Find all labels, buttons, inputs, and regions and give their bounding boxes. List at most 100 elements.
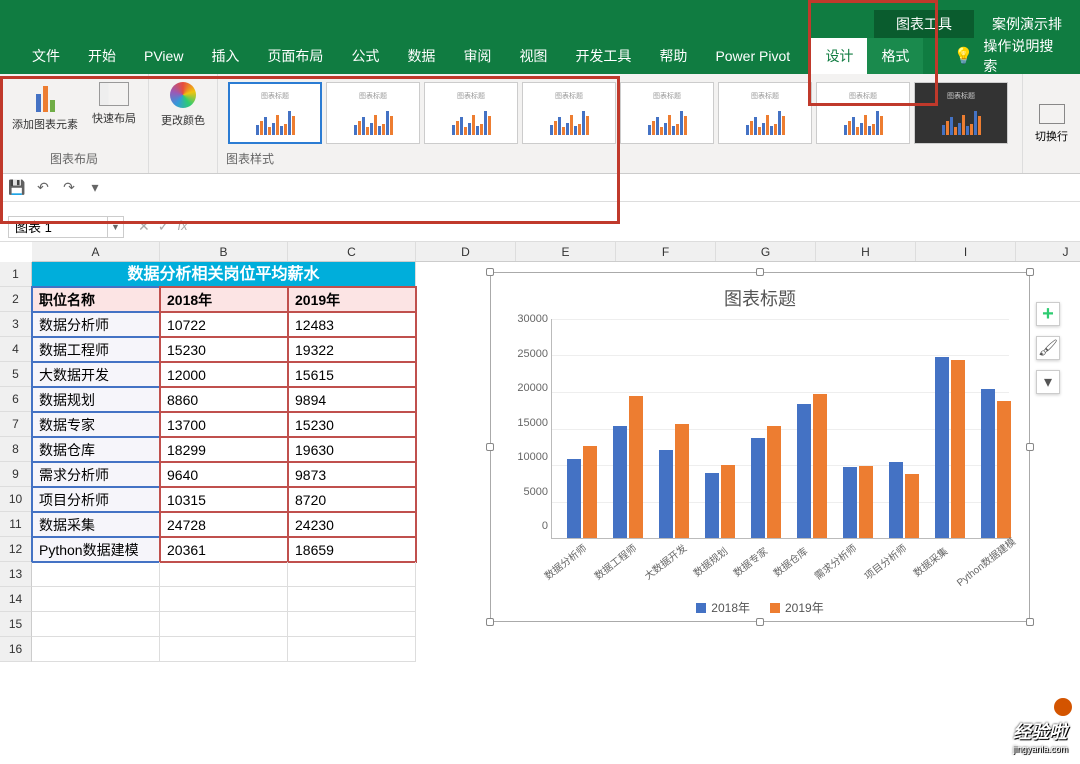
resize-handle[interactable]	[756, 268, 764, 276]
tab-developer[interactable]: 开发工具	[561, 38, 645, 74]
row-header[interactable]: 12	[0, 537, 32, 562]
cell[interactable]	[288, 637, 416, 662]
tab-format[interactable]: 格式	[867, 38, 923, 74]
col-C[interactable]: C	[288, 242, 416, 261]
cell[interactable]	[32, 587, 160, 612]
cell[interactable]: 数据采集	[32, 512, 160, 537]
cell[interactable]: Python数据建模	[32, 537, 160, 562]
cell[interactable]	[32, 637, 160, 662]
col-H[interactable]: H	[816, 242, 916, 261]
row-header[interactable]: 2	[0, 287, 32, 312]
undo-button[interactable]: ↶	[34, 179, 52, 197]
redo-button[interactable]: ↷	[60, 179, 78, 197]
col-A[interactable]: A	[32, 242, 160, 261]
row-header[interactable]: 5	[0, 362, 32, 387]
tell-me-search[interactable]: 操作说明搜索	[983, 38, 1080, 74]
cell[interactable]: 2018年	[160, 287, 288, 312]
qat-more-button[interactable]: ▾	[86, 179, 104, 197]
cell[interactable]: 大数据开发	[32, 362, 160, 387]
row-header[interactable]: 3	[0, 312, 32, 337]
row-header[interactable]: 1	[0, 262, 32, 287]
name-box-dropdown[interactable]: ▼	[108, 216, 124, 238]
embedded-chart[interactable]: 图表标题 300002500020000150001000050000 数据分析…	[490, 272, 1030, 622]
row-header[interactable]: 8	[0, 437, 32, 462]
col-J[interactable]: J	[1016, 242, 1080, 261]
cell[interactable]: 18659	[288, 537, 416, 562]
chart-style-2[interactable]: 图表标题	[326, 82, 420, 144]
cell[interactable]: 10722	[160, 312, 288, 337]
tab-page-layout[interactable]: 页面布局	[253, 38, 337, 74]
resize-handle[interactable]	[486, 268, 494, 276]
cell[interactable]	[288, 562, 416, 587]
chart-style-4[interactable]: 图表标题	[522, 82, 616, 144]
tab-design[interactable]: 设计	[811, 38, 867, 74]
chart-style-5[interactable]: 图表标题	[620, 82, 714, 144]
row-header[interactable]: 15	[0, 612, 32, 637]
column-headers[interactable]: A B C D E F G H I J K	[32, 242, 1080, 262]
cell[interactable]	[160, 637, 288, 662]
cell[interactable]: 24230	[288, 512, 416, 537]
row-header[interactable]: 14	[0, 587, 32, 612]
confirm-formula-icon[interactable]: ✓	[158, 218, 170, 235]
tab-data[interactable]: 数据	[393, 38, 449, 74]
add-chart-element-button[interactable]: 添加图表元素	[8, 80, 82, 134]
tab-view[interactable]: 视图	[505, 38, 561, 74]
chart-style-6[interactable]: 图表标题	[718, 82, 812, 144]
tab-formulas[interactable]: 公式	[337, 38, 393, 74]
tab-insert[interactable]: 插入	[197, 38, 253, 74]
col-B[interactable]: B	[160, 242, 288, 261]
cell[interactable]: 19322	[288, 337, 416, 362]
chart-style-8[interactable]: 图表标题	[914, 82, 1008, 144]
cell[interactable]	[32, 612, 160, 637]
tab-help[interactable]: 帮助	[645, 38, 701, 74]
name-box[interactable]: 图表 1	[8, 216, 108, 238]
cell[interactable]: 数据分析相关岗位平均薪水	[32, 262, 416, 287]
cell[interactable]	[160, 562, 288, 587]
col-I[interactable]: I	[916, 242, 1016, 261]
row-header[interactable]: 9	[0, 462, 32, 487]
chart-title[interactable]: 图表标题	[491, 273, 1029, 319]
chart-filters-button[interactable]: ▾	[1036, 370, 1060, 394]
chart-plot-area[interactable]: 300002500020000150001000050000	[551, 319, 1009, 539]
cell[interactable]: 8720	[288, 487, 416, 512]
switch-row-col-button[interactable]: 切换行	[1023, 74, 1080, 173]
cell[interactable]	[288, 587, 416, 612]
cell[interactable]	[32, 562, 160, 587]
row-header[interactable]: 7	[0, 412, 32, 437]
resize-handle[interactable]	[756, 618, 764, 626]
cell[interactable]: 数据工程师	[32, 337, 160, 362]
cell[interactable]: 15615	[288, 362, 416, 387]
save-button[interactable]: 💾	[8, 179, 26, 197]
cell[interactable]: 10315	[160, 487, 288, 512]
row-header[interactable]: 13	[0, 562, 32, 587]
change-colors-button[interactable]: 更改颜色	[157, 80, 209, 130]
tab-home[interactable]: 开始	[74, 38, 130, 74]
cell[interactable]: 12483	[288, 312, 416, 337]
cell[interactable]: 15230	[288, 412, 416, 437]
cell[interactable]: 12000	[160, 362, 288, 387]
tab-pview[interactable]: PView	[130, 38, 197, 74]
resize-handle[interactable]	[486, 618, 494, 626]
col-F[interactable]: F	[616, 242, 716, 261]
cell[interactable]: 24728	[160, 512, 288, 537]
quick-layout-button[interactable]: 快速布局	[88, 80, 140, 134]
cell[interactable]	[160, 612, 288, 637]
cell[interactable]: 9894	[288, 387, 416, 412]
cell[interactable]: 8860	[160, 387, 288, 412]
cell[interactable]: 20361	[160, 537, 288, 562]
tab-file[interactable]: 文件	[18, 38, 74, 74]
resize-handle[interactable]	[1026, 618, 1034, 626]
cell[interactable]: 15230	[160, 337, 288, 362]
row-header[interactable]: 6	[0, 387, 32, 412]
cell[interactable]: 9640	[160, 462, 288, 487]
cancel-formula-icon[interactable]: ✕	[138, 218, 150, 235]
col-G[interactable]: G	[716, 242, 816, 261]
cell[interactable]: 18299	[160, 437, 288, 462]
cell[interactable]: 13700	[160, 412, 288, 437]
cell[interactable]: 需求分析师	[32, 462, 160, 487]
cell[interactable]: 项目分析师	[32, 487, 160, 512]
chart-style-1[interactable]: 图表标题	[228, 82, 322, 144]
chart-styles-button[interactable]: 🖌	[1036, 336, 1060, 360]
chart-elements-button[interactable]: +	[1036, 302, 1060, 326]
cell[interactable]: 职位名称	[32, 287, 160, 312]
